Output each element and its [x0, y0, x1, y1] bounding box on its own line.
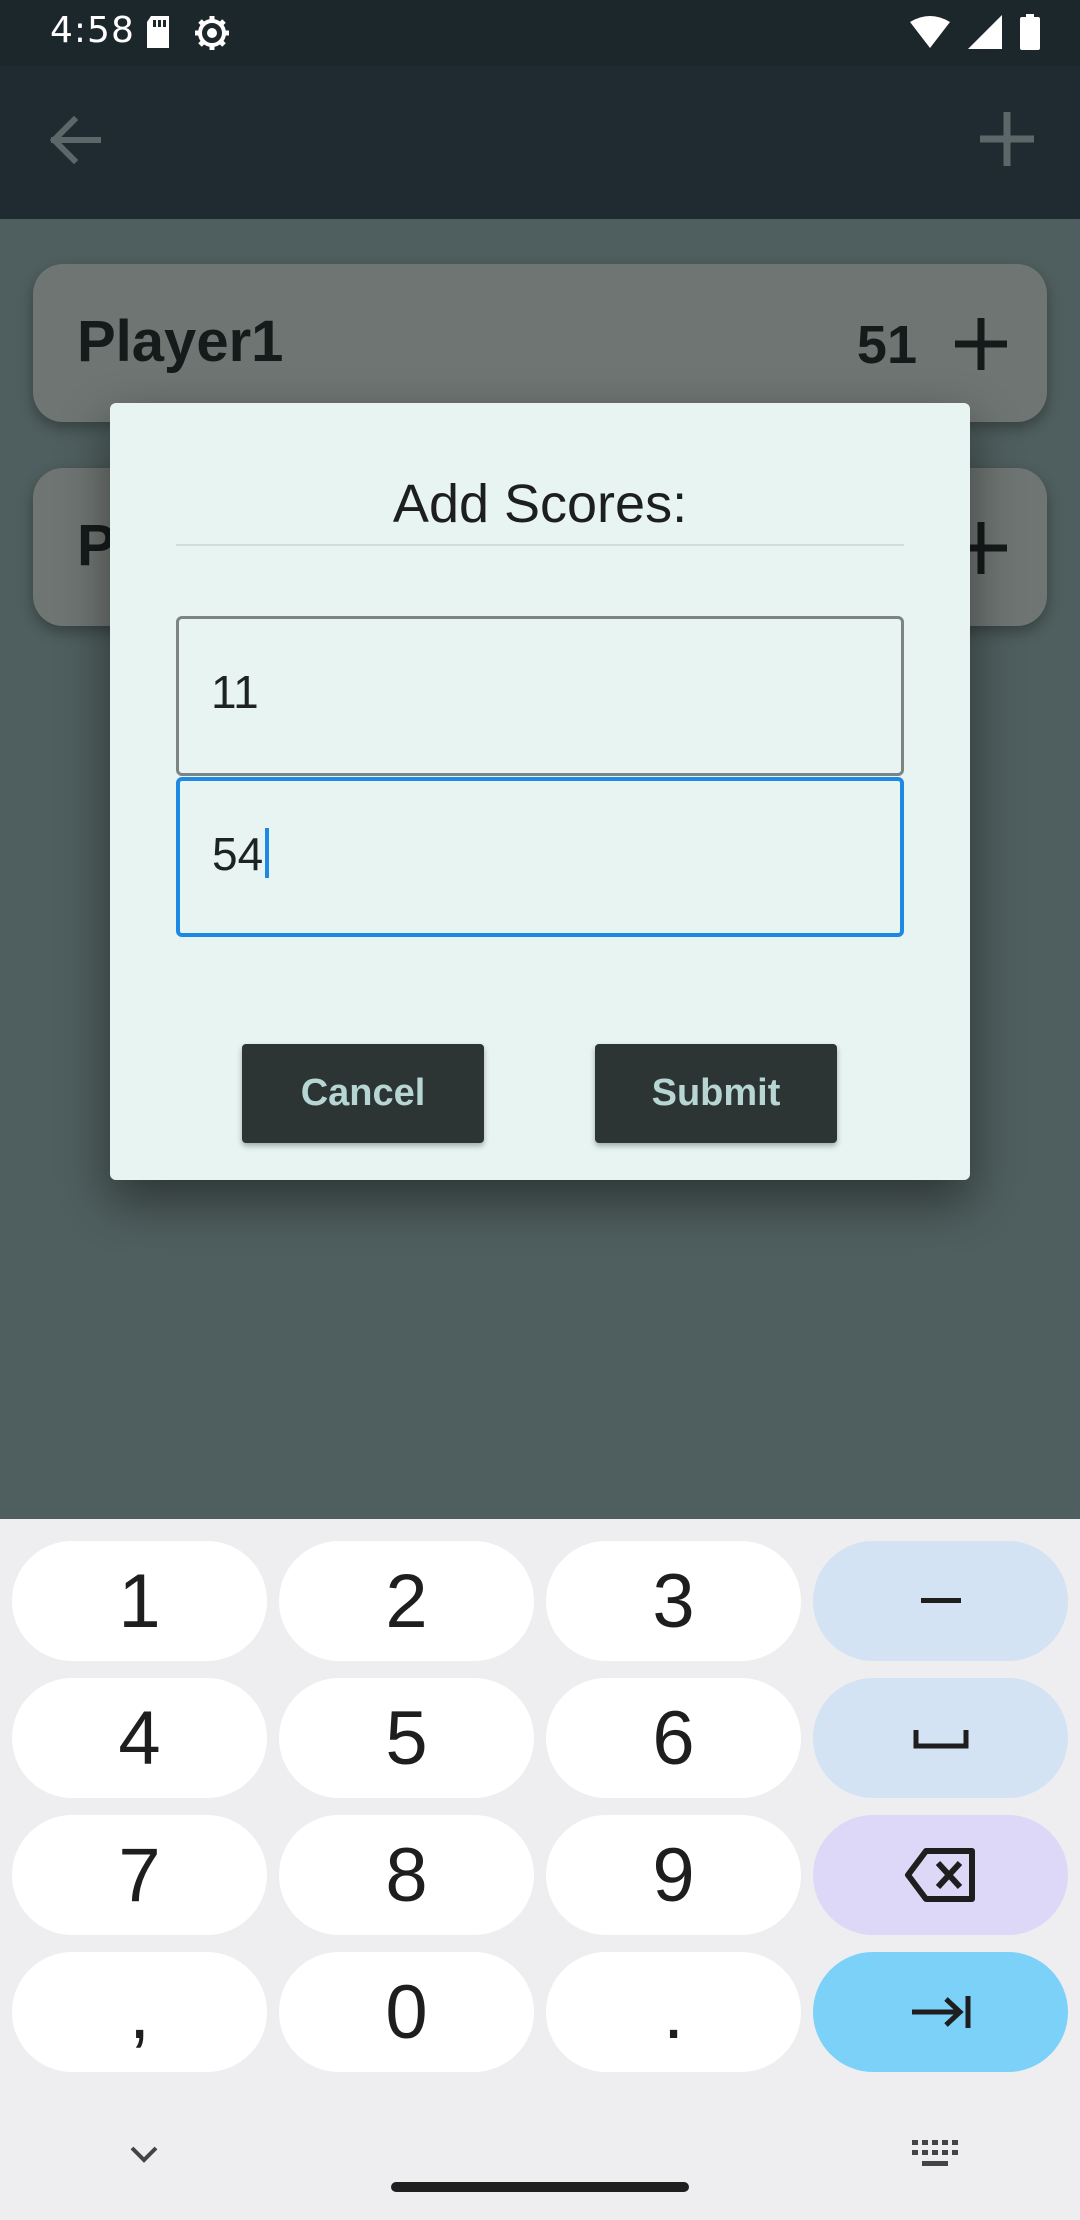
- keyboard-collapse-button[interactable]: [124, 2134, 164, 2174]
- cell-signal-icon: [968, 15, 1002, 54]
- score-input[interactable]: 11: [176, 616, 904, 776]
- score-input-focused[interactable]: 54: [176, 777, 904, 937]
- dialog-title: Add Scores:: [392, 474, 688, 534]
- add-score-button[interactable]: [951, 314, 1011, 374]
- score-input-value: 11: [211, 666, 259, 718]
- key-8[interactable]: 8: [279, 1815, 534, 1935]
- key-0[interactable]: 0: [279, 1952, 534, 2072]
- status-time: 4:58: [50, 10, 135, 51]
- add-scores-dialog: Add Scores: 11 54 Cancel Submit: [110, 403, 970, 1180]
- player-name: Player1: [77, 309, 284, 374]
- dialog-divider: [176, 544, 904, 546]
- app-bar: [0, 66, 1080, 219]
- plus-icon: [980, 112, 1034, 166]
- key-3[interactable]: 3: [546, 1541, 801, 1661]
- key-9[interactable]: 9: [546, 1815, 801, 1935]
- key-comma[interactable]: ,: [12, 1952, 267, 2072]
- sd-card-icon: [143, 14, 173, 57]
- chevron-down-icon: [130, 2146, 158, 2163]
- key-2[interactable]: 2: [279, 1541, 534, 1661]
- key-1[interactable]: 1: [12, 1541, 267, 1661]
- key-space[interactable]: [813, 1678, 1068, 1798]
- battery-icon: [1020, 14, 1040, 55]
- status-bar: 4:58: [0, 0, 1080, 66]
- submit-button[interactable]: Submit: [595, 1044, 837, 1143]
- settings-gear-icon: [193, 14, 231, 57]
- key-backspace[interactable]: [813, 1815, 1068, 1935]
- arrow-back-icon: [49, 115, 101, 165]
- key-7[interactable]: 7: [12, 1815, 267, 1935]
- key-5[interactable]: 5: [279, 1678, 534, 1798]
- text-cursor: [265, 828, 270, 878]
- home-indicator[interactable]: [391, 2182, 689, 2192]
- plus-icon: [955, 318, 1007, 370]
- key-period[interactable]: .: [546, 1952, 801, 2072]
- player-card[interactable]: Player1 51: [33, 264, 1047, 422]
- back-button[interactable]: [44, 108, 108, 172]
- key-4[interactable]: 4: [12, 1678, 267, 1798]
- add-player-button[interactable]: [972, 104, 1042, 174]
- space-icon: [913, 1730, 968, 1749]
- numeric-keyboard: 1 2 3 4 5 6 7 8 9 , 0 .: [0, 1519, 1080, 2220]
- tab-next-icon: [911, 1996, 970, 2028]
- backspace-icon: [904, 1848, 975, 1902]
- player-score: 51: [856, 315, 917, 375]
- keyboard-icon: [912, 2140, 958, 2166]
- cancel-button[interactable]: Cancel: [242, 1044, 484, 1143]
- key-minus[interactable]: [813, 1541, 1068, 1661]
- score-input-value: 54: [212, 828, 264, 880]
- minus-icon: [920, 1598, 961, 1603]
- keyboard-switch-button[interactable]: [910, 2134, 958, 2174]
- wifi-icon: [910, 16, 950, 53]
- key-6[interactable]: 6: [546, 1678, 801, 1798]
- key-next[interactable]: [813, 1952, 1068, 2072]
